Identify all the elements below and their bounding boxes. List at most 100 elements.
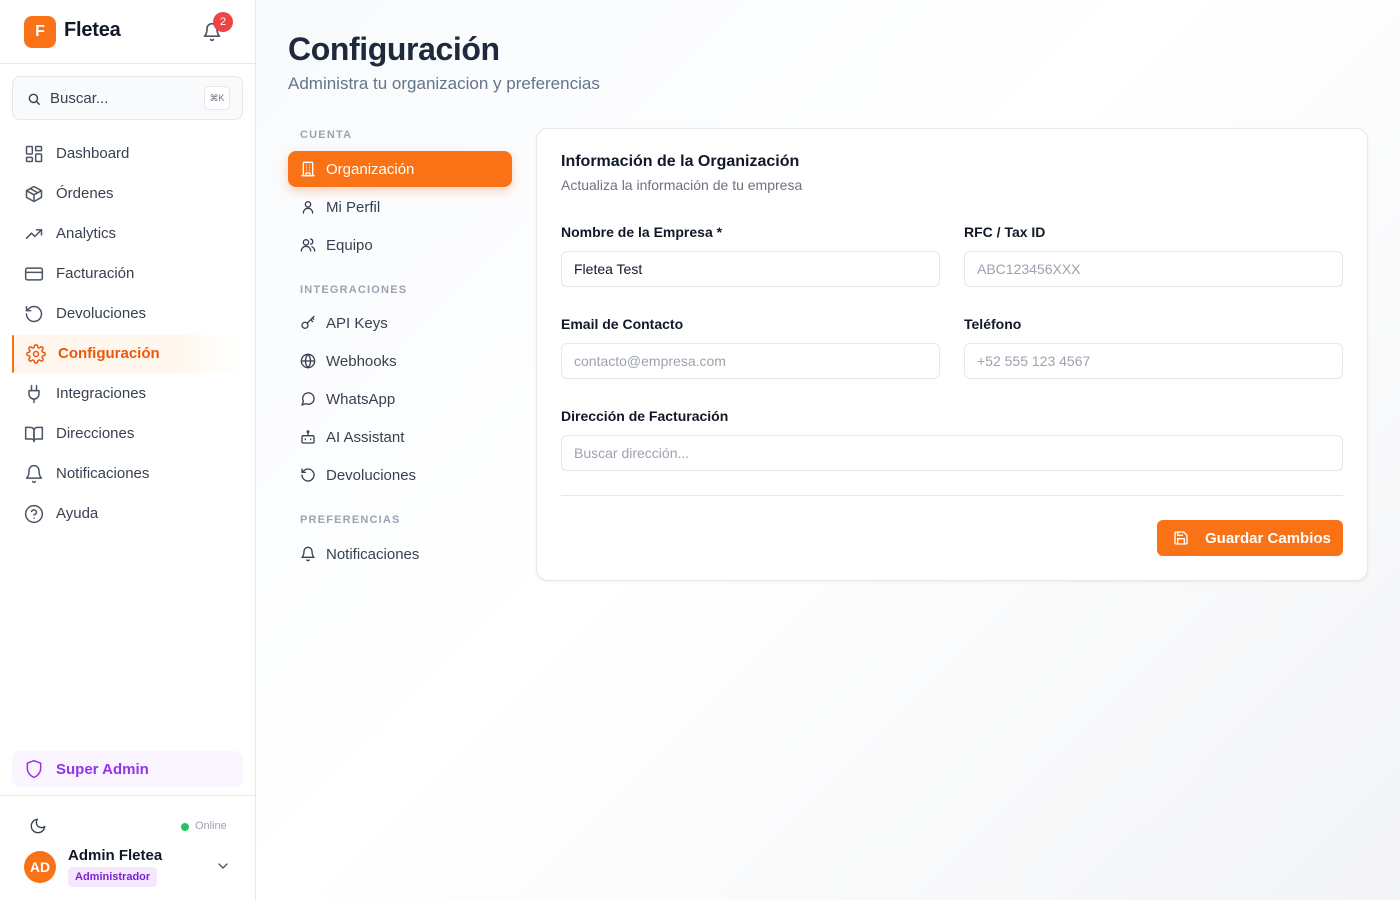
settings-item-label: Webhooks bbox=[326, 353, 397, 370]
organization-card: Información de la Organización Actualiza… bbox=[536, 128, 1368, 581]
rotate-ccw-icon bbox=[301, 468, 315, 482]
user-area: Online AD Admin Fletea Administrador bbox=[0, 795, 255, 900]
settings-item-label: API Keys bbox=[326, 315, 388, 332]
settings-item-mi-perfil[interactable]: Mi Perfil bbox=[288, 189, 512, 225]
settings-item-equipo[interactable]: Equipo bbox=[288, 227, 512, 263]
settings-item-label: Devoluciones bbox=[326, 467, 417, 484]
settings-section-cuenta: CUENTA bbox=[300, 129, 353, 141]
settings-item-label: Equipo bbox=[326, 237, 373, 254]
sidebar-item-ordenes[interactable]: Órdenes bbox=[12, 175, 243, 213]
divider bbox=[561, 495, 1343, 496]
online-status-dot bbox=[181, 823, 189, 831]
settings-item-ai-assistant[interactable]: AI Assistant bbox=[288, 419, 512, 455]
sidebar-item-dashboard[interactable]: Dashboard bbox=[12, 135, 243, 173]
email-label: Email de Contacto bbox=[561, 316, 684, 332]
bell-icon bbox=[25, 464, 43, 484]
brand-logo[interactable]: F bbox=[24, 16, 56, 48]
help-circle-icon bbox=[24, 504, 44, 524]
sidebar-item-integraciones[interactable]: Integraciones bbox=[12, 375, 243, 413]
sidebar-item-devoluciones[interactable]: Devoluciones bbox=[12, 295, 243, 333]
sidebar-item-label: Analytics bbox=[56, 225, 117, 242]
phone-input[interactable] bbox=[964, 343, 1343, 379]
user-name: Admin Fletea bbox=[68, 847, 163, 864]
box-icon bbox=[25, 185, 43, 203]
shield-icon bbox=[26, 759, 42, 779]
notification-count-badge: 2 bbox=[213, 12, 233, 32]
settings-item-devoluciones[interactable]: Devoluciones bbox=[288, 457, 512, 493]
brand-bar: F Fletea 2 bbox=[0, 0, 255, 64]
card-title: Información de la Organización bbox=[561, 153, 800, 170]
sidebar-item-facturacion[interactable]: Facturación bbox=[12, 255, 243, 293]
search-icon bbox=[28, 93, 40, 105]
chevron-down-icon[interactable] bbox=[215, 858, 231, 874]
settings-item-webhooks[interactable]: Webhooks bbox=[288, 343, 512, 379]
settings-item-label: AI Assistant bbox=[326, 429, 405, 446]
settings-item-api-keys[interactable]: API Keys bbox=[288, 305, 512, 341]
rotate-ccw-icon bbox=[25, 305, 43, 323]
tax-id-label: RFC / Tax ID bbox=[964, 224, 1046, 240]
card-subtitle: Actualiza la información de tu empresa bbox=[561, 177, 803, 193]
building-icon bbox=[301, 161, 315, 177]
brand-name[interactable]: Fletea bbox=[64, 19, 121, 42]
sidebar-item-notificaciones[interactable]: Notificaciones bbox=[12, 455, 243, 493]
settings-item-label: WhatsApp bbox=[326, 391, 396, 408]
sidebar-item-analytics[interactable]: Analytics bbox=[12, 215, 243, 253]
key-icon bbox=[301, 315, 315, 329]
settings-item-notificaciones[interactable]: Notificaciones bbox=[288, 536, 512, 572]
company-name-label: Nombre de la Empresa * bbox=[561, 224, 723, 240]
search-placeholder: Buscar... bbox=[50, 90, 109, 107]
settings-section-preferencias: PREFERENCIAS bbox=[300, 514, 401, 526]
save-icon bbox=[1174, 531, 1188, 545]
address-input[interactable] bbox=[561, 435, 1343, 471]
sidebar-item-label: Direcciones bbox=[56, 425, 135, 442]
page-title: Configuración bbox=[288, 31, 500, 67]
search-shortcut: ⌘K bbox=[204, 86, 230, 110]
bot-icon bbox=[301, 430, 315, 444]
sidebar-item-label: Facturación bbox=[56, 265, 135, 282]
moon-icon[interactable] bbox=[29, 817, 47, 835]
bell-icon bbox=[301, 546, 315, 562]
users-icon bbox=[300, 238, 316, 252]
plug-icon bbox=[28, 384, 40, 404]
sidebar-item-label: Integraciones bbox=[56, 385, 147, 402]
super-admin-button[interactable]: Super Admin bbox=[12, 751, 243, 787]
address-label: Dirección de Facturación bbox=[561, 408, 729, 424]
phone-label: Teléfono bbox=[964, 316, 1022, 332]
sidebar-item-label: Configuración bbox=[58, 345, 160, 362]
super-admin-label: Super Admin bbox=[56, 761, 149, 778]
sidebar-item-label: Dashboard bbox=[56, 145, 130, 162]
save-button-label: Guardar Cambios bbox=[1205, 530, 1331, 547]
trending-up-icon bbox=[25, 229, 43, 239]
avatar[interactable]: AD bbox=[24, 851, 56, 883]
sidebar-item-label: Ayuda bbox=[56, 505, 99, 522]
sidebar-item-label: Notificaciones bbox=[56, 465, 150, 482]
search-box[interactable]: Buscar... ⌘K bbox=[12, 76, 243, 120]
sidebar-item-ayuda[interactable]: Ayuda bbox=[12, 495, 243, 533]
gear-icon bbox=[26, 344, 46, 364]
book-icon bbox=[24, 426, 44, 443]
settings-section-integraciones: INTEGRACIONES bbox=[300, 284, 408, 296]
sidebar-item-direcciones[interactable]: Direcciones bbox=[12, 415, 243, 453]
sidebar: F Fletea 2 Buscar... ⌘K Dashboard Órdene… bbox=[0, 0, 256, 900]
credit-card-icon bbox=[24, 267, 44, 281]
save-changes-button[interactable]: Guardar Cambios bbox=[1157, 520, 1343, 556]
settings-item-organizacion[interactable]: Organización bbox=[288, 151, 512, 187]
role-badge: Administrador bbox=[68, 867, 158, 887]
message-circle-icon bbox=[301, 392, 315, 406]
online-status-text: Online bbox=[195, 820, 227, 832]
sidebar-item-configuracion[interactable]: Configuración bbox=[12, 335, 243, 373]
settings-item-whatsapp[interactable]: WhatsApp bbox=[288, 381, 512, 417]
main-content: Configuración Administra tu organizacion… bbox=[256, 0, 1400, 900]
settings-item-label: Mi Perfil bbox=[326, 199, 381, 216]
settings-item-label: Organización bbox=[326, 161, 415, 178]
company-name-input[interactable] bbox=[561, 251, 940, 287]
dashboard-icon bbox=[25, 145, 43, 163]
settings-item-label: Notificaciones bbox=[326, 546, 420, 563]
email-input[interactable] bbox=[561, 343, 940, 379]
tax-id-input[interactable] bbox=[964, 251, 1343, 287]
sidebar-item-label: Devoluciones bbox=[56, 305, 147, 322]
globe-icon bbox=[300, 353, 316, 369]
page-subtitle: Administra tu organizacion y preferencia… bbox=[288, 74, 600, 93]
user-icon bbox=[302, 201, 314, 214]
sidebar-item-label: Órdenes bbox=[56, 185, 114, 202]
